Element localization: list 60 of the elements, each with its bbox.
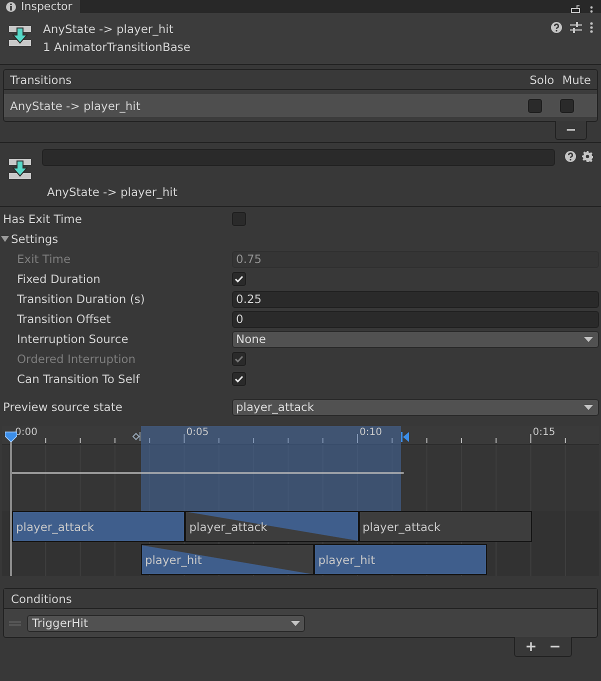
property-label: Interruption Source: [16, 332, 130, 346]
object-subtitle: 1 AnimatorTransitionBase: [43, 40, 190, 54]
lock-icon[interactable]: [571, 5, 580, 13]
list-header: Conditions: [11, 592, 72, 606]
transition-row[interactable]: AnyState -> player_hit: [4, 94, 597, 117]
foldout-arrow-icon: [1, 235, 9, 243]
transition-label: AnyState -> player_hit: [47, 185, 178, 199]
time-label: 0:15: [532, 427, 556, 439]
sliders-icon[interactable]: [570, 22, 582, 33]
checkbox[interactable]: [232, 272, 246, 286]
transition-end-handle[interactable]: [400, 432, 409, 442]
list-header: Transitions: [10, 72, 72, 86]
column-header: Solo: [530, 72, 554, 86]
settings-foldout[interactable]: Settings: [0, 232, 58, 246]
parameter-dropdown[interactable]: TriggerHit: [27, 614, 305, 632]
property-label: Transition Duration (s): [16, 292, 146, 306]
object-title: AnyState -> player_hit: [43, 22, 174, 36]
inspector-tab[interactable]: Inspector: [0, 0, 80, 13]
help-icon[interactable]: [565, 151, 576, 162]
column-header: Mute: [562, 72, 591, 86]
property-label: Preview source state: [2, 400, 124, 414]
time-label: 0:10: [360, 427, 382, 439]
property-label: Ordered Interruption: [16, 352, 137, 366]
transition-start-handle[interactable]: [132, 432, 141, 441]
number-field: 0.75: [232, 250, 599, 268]
checkbox[interactable]: [528, 98, 542, 112]
checkbox[interactable]: [232, 212, 246, 226]
remove-button[interactable]: −: [555, 121, 587, 140]
destination-clip[interactable]: player_hit: [140, 544, 314, 575]
property-label: Exit Time: [16, 252, 72, 266]
dropdown[interactable]: player_attack: [232, 398, 599, 416]
help-icon[interactable]: [551, 22, 562, 33]
number-field[interactable]: 0: [232, 310, 599, 328]
playhead-handle[interactable]: [5, 431, 17, 442]
property-label: Fixed Duration: [16, 272, 102, 286]
property-label: Can Transition To Self: [16, 372, 141, 386]
dropdown-arrow-icon: [584, 336, 593, 342]
more-icon[interactable]: [590, 22, 593, 33]
property-label: Has Exit Time: [2, 212, 83, 226]
dropdown-arrow-icon: [291, 620, 300, 626]
transition-icon: [8, 24, 32, 48]
dropdown[interactable]: None: [232, 330, 599, 348]
transition-icon: [8, 157, 32, 181]
transition-name: AnyState -> player_hit: [10, 98, 140, 112]
add-button[interactable]: +: [521, 637, 541, 656]
source-clip[interactable]: player_attack: [12, 511, 186, 542]
checkbox[interactable]: [560, 98, 574, 112]
drag-handle-icon[interactable]: [9, 620, 21, 626]
time-label: 0:00: [15, 427, 38, 439]
source-clip[interactable]: player_attack: [185, 511, 358, 542]
settings-icon[interactable]: [582, 151, 593, 162]
destination-clip[interactable]: player_hit: [314, 544, 488, 575]
checkbox[interactable]: [232, 372, 246, 386]
more-icon[interactable]: [590, 6, 593, 13]
number-field[interactable]: 0.25: [232, 290, 599, 308]
property-label: Transition Offset: [16, 312, 112, 326]
remove-button[interactable]: −: [545, 637, 565, 656]
dropdown-arrow-icon: [584, 404, 593, 410]
time-label: 0:05: [186, 427, 209, 439]
source-clip[interactable]: player_attack: [358, 511, 532, 542]
